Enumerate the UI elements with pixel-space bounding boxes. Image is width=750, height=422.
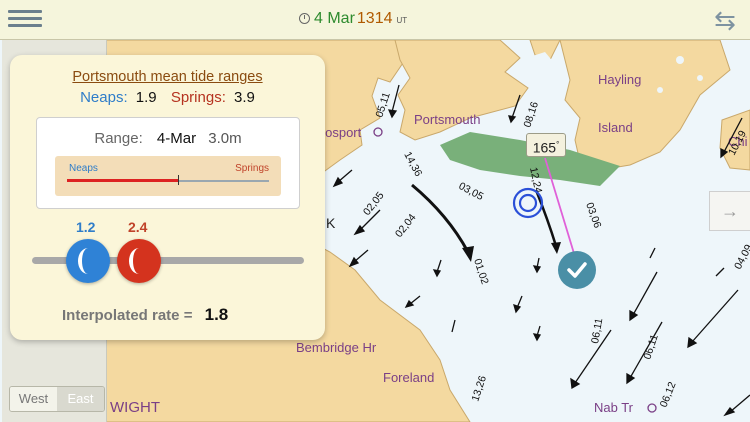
clock-icon — [299, 13, 310, 24]
date-time-display[interactable]: 4 Mar 1314 UT — [299, 10, 407, 28]
neaps-rate-knob[interactable] — [66, 239, 110, 283]
slider-left-value: 1.2 — [76, 219, 96, 235]
place-bembridge: Bembridge Hr — [296, 340, 377, 355]
neaps-springs-row: Neaps: 1.9 Springs: 3.9 — [10, 89, 325, 106]
bearing-label[interactable]: 165° — [526, 133, 566, 157]
range-line: Range: 4-Mar 3.0m — [37, 130, 299, 147]
place-k: K — [326, 215, 336, 231]
top-bar: 4 Mar 1314 UT ⇆ — [0, 0, 750, 40]
arrow-right-icon[interactable]: → — [709, 191, 750, 231]
date-label: 4 Mar — [314, 10, 355, 27]
interp-label: Interpolated rate = — [62, 307, 193, 324]
timezone-label: UT — [396, 16, 408, 25]
place-wight: WIGHT — [110, 399, 160, 416]
neaps-value: 1.9 — [135, 89, 157, 106]
checkmark-icon — [567, 262, 587, 278]
range-marker — [178, 175, 180, 185]
range-box: Range: 4-Mar 3.0m Neaps Springs — [36, 117, 300, 209]
sync-arrows-icon[interactable]: ⇆ — [708, 5, 742, 35]
confirm-button[interactable] — [558, 251, 596, 289]
interp-value: 1.8 — [204, 305, 229, 324]
springs-value: 3.9 — [234, 89, 255, 106]
west-east-toggle[interactable]: West East — [9, 386, 105, 412]
toggle-east[interactable]: East — [57, 387, 104, 411]
bar-neaps-label: Neaps — [69, 163, 98, 174]
toggle-west[interactable]: West — [10, 387, 57, 411]
interpolated-rate: Interpolated rate = 1.8 — [62, 305, 228, 325]
place-foreland: Foreland — [383, 370, 434, 385]
springs-label: Springs: — [170, 89, 226, 106]
hamburger-icon[interactable] — [8, 6, 42, 34]
place-island: Island — [598, 120, 633, 135]
slider-right-value: 2.4 — [128, 219, 148, 235]
range-label: Range: — [94, 130, 143, 147]
range-fill — [67, 179, 179, 182]
range-bar: Neaps Springs — [55, 156, 281, 196]
tide-range-panel: Portsmouth mean tide ranges Neaps: 1.9 S… — [10, 55, 325, 340]
neaps-label: Neaps: — [80, 89, 128, 106]
range-value: 3.0m — [208, 130, 242, 147]
range-date: 4-Mar — [156, 130, 197, 147]
place-portsmouth: Portsmouth — [414, 112, 480, 127]
springs-rate-knob[interactable] — [117, 239, 161, 283]
time-label: 1314 — [356, 10, 393, 27]
panel-title: Portsmouth mean tide ranges — [72, 69, 263, 85]
bearing-value: 165 — [532, 139, 557, 156]
bearing-unit: ° — [556, 140, 560, 149]
place-hayling: Hayling — [598, 72, 641, 87]
bar-springs-label: Springs — [235, 163, 269, 174]
place-nab-tower: Nab Tr — [594, 400, 634, 415]
